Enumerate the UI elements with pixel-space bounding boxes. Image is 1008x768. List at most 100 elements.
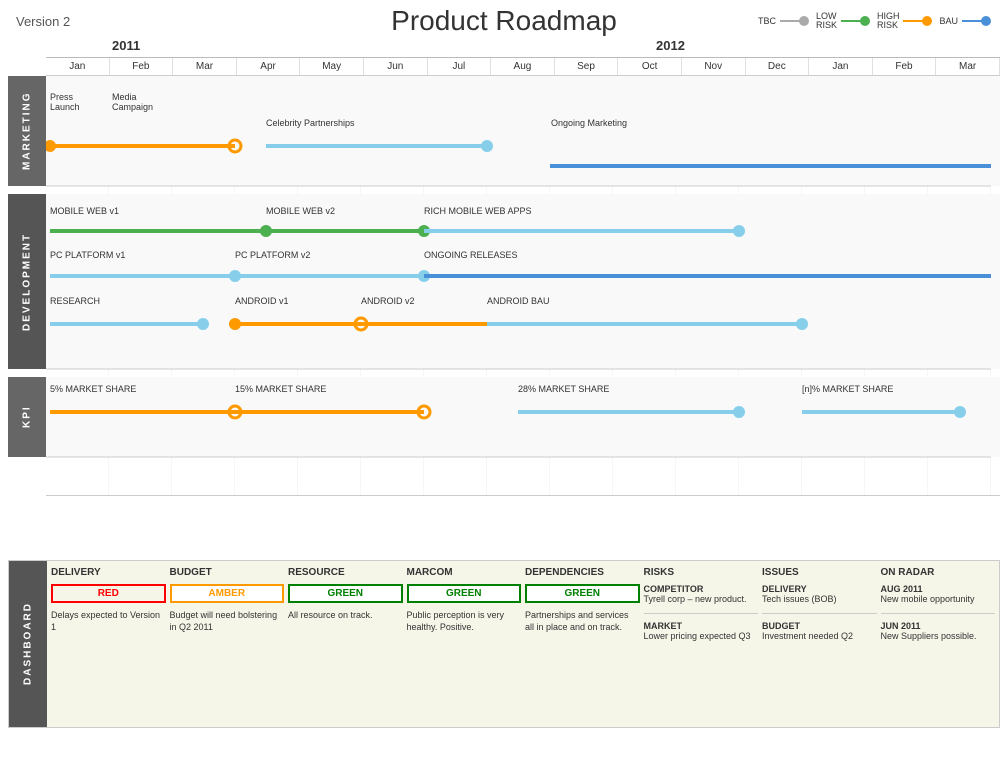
month-feb-1: Feb	[110, 58, 174, 75]
month-mar-2: Mar	[936, 58, 1000, 75]
month-jul-1: Jul	[428, 58, 492, 75]
legend: TBC LOWRISK HIGHRISK	[758, 12, 992, 30]
month-jan-1: Jan	[46, 58, 110, 75]
dash-radar-divider	[881, 613, 996, 614]
svg-text:MOBILE WEB v2: MOBILE WEB v2	[266, 206, 335, 216]
dash-risks-title: RISKS	[644, 567, 759, 578]
dash-dependencies-badge: GREEN	[525, 584, 640, 603]
month-jan-2: Jan	[809, 58, 873, 75]
dash-col-marcom: MARCOM GREEN Public perception is very h…	[407, 567, 522, 721]
legend-low-risk: LOWRISK	[816, 12, 871, 30]
dash-resource-title: RESOURCE	[288, 567, 403, 578]
svg-text:PC PLATFORM v2: PC PLATFORM v2	[235, 250, 310, 260]
dash-resource-badge: GREEN	[288, 584, 403, 603]
month-sep-1: Sep	[555, 58, 619, 75]
dash-radar-jun-text: New Suppliers possible.	[881, 631, 996, 643]
dash-issues-budget-title: BUDGET	[762, 621, 877, 631]
month-aug-1: Aug	[491, 58, 555, 75]
dash-delivery-title: DELIVERY	[51, 567, 166, 578]
dash-col-resource: RESOURCE GREEN All resource on track.	[288, 567, 403, 721]
legend-high-risk: HIGHRISK	[877, 12, 934, 30]
dash-risks-market: MARKET Lower pricing expected Q3	[644, 621, 759, 643]
header: Version 2 Product Roadmap TBC LOWRISK HI…	[8, 8, 1000, 34]
svg-text:MOBILE WEB v1: MOBILE WEB v1	[50, 206, 119, 216]
dash-marcom-title: MARCOM	[407, 567, 522, 578]
dash-marcom-text: Public perception is very healthy. Posit…	[407, 610, 522, 633]
year-2011: 2011	[112, 38, 140, 53]
row-label-spacer	[8, 38, 46, 76]
timeline-svg: Press Launch Media Campaign Celebrity Pa…	[46, 76, 1000, 496]
svg-text:ANDROID v1: ANDROID v1	[235, 296, 289, 306]
dash-dependencies-text: Partnerships and services all in place a…	[525, 610, 640, 633]
page-title: Product Roadmap	[391, 5, 617, 37]
month-apr-1: Apr	[237, 58, 301, 75]
svg-text:28% MARKET SHARE: 28% MARKET SHARE	[518, 384, 609, 394]
svg-text:ANDROID v2: ANDROID v2	[361, 296, 415, 306]
dash-col-on-radar: ON RADAR AUG 2011 New mobile opportunity…	[881, 567, 996, 721]
dash-col-budget: BUDGET AMBER Budget will need bolstering…	[170, 567, 285, 721]
month-nov-1: Nov	[682, 58, 746, 75]
legend-low-risk-label: LOWRISK	[816, 12, 837, 30]
svg-text:[n]% MARKET SHARE: [n]% MARKET SHARE	[802, 384, 893, 394]
year-header: 2011 2012	[46, 38, 1000, 58]
dashboard-content: DELIVERY RED Delays expected to Version …	[47, 561, 999, 727]
row-gap-1	[8, 186, 46, 194]
dash-col-delivery: DELIVERY RED Delays expected to Version …	[51, 567, 166, 721]
version-label: Version 2	[16, 14, 70, 29]
legend-high-risk-line	[903, 15, 933, 27]
page: Version 2 Product Roadmap TBC LOWRISK HI…	[0, 0, 1008, 768]
month-oct-1: Oct	[618, 58, 682, 75]
dash-risks-market-text: Lower pricing expected Q3	[644, 631, 759, 643]
dash-col-issues: ISSUES DELIVERY Tech issues (BOB) BUDGET…	[762, 567, 877, 721]
row-label-marketing: MARKETING	[8, 76, 46, 186]
timeline-wrapper: MARKETING DEVELOPMENT KPI 2011 2012 Jan …	[8, 38, 1000, 558]
svg-text:RESEARCH: RESEARCH	[50, 296, 100, 306]
month-feb-2: Feb	[873, 58, 937, 75]
dash-radar-jun-title: JUN 2011	[881, 621, 996, 631]
timeline-grid: 2011 2012 Jan Feb Mar Apr May Jun Jul Au…	[46, 38, 1000, 558]
svg-text:Launch: Launch	[50, 102, 80, 112]
legend-tbc: TBC	[758, 15, 810, 27]
svg-text:Celebrity Partnerships: Celebrity Partnerships	[266, 118, 355, 128]
dash-risks-competitor-text: Tyrell corp – new product.	[644, 594, 759, 606]
svg-text:5% MARKET SHARE: 5% MARKET SHARE	[50, 384, 136, 394]
dash-risks-competitor-title: COMPETITOR	[644, 584, 759, 594]
month-dec-1: Dec	[746, 58, 810, 75]
dash-issues-delivery-text: Tech issues (BOB)	[762, 594, 877, 606]
svg-text:ONGOING RELEASES: ONGOING RELEASES	[424, 250, 518, 260]
year-2012: 2012	[656, 38, 685, 53]
dash-delivery-badge: RED	[51, 584, 166, 603]
dash-budget-title: BUDGET	[170, 567, 285, 578]
svg-text:Campaign: Campaign	[112, 102, 153, 112]
svg-text:Press: Press	[50, 92, 74, 102]
dash-radar-aug-title: AUG 2011	[881, 584, 996, 594]
dash-issues-divider	[762, 613, 877, 614]
legend-bau-label: BAU	[939, 16, 958, 26]
dashboard-label: DASHBOARD	[9, 561, 47, 727]
month-mar-1: Mar	[173, 58, 237, 75]
month-header: Jan Feb Mar Apr May Jun Jul Aug Sep Oct …	[46, 58, 1000, 76]
dash-issues-budget: BUDGET Investment needed Q2	[762, 621, 877, 643]
month-jun-1: Jun	[364, 58, 428, 75]
dash-on-radar-title: ON RADAR	[881, 567, 996, 578]
dash-budget-text: Budget will need bolstering in Q2 2011	[170, 610, 285, 633]
dash-budget-badge: AMBER	[170, 584, 285, 603]
row-labels: MARKETING DEVELOPMENT KPI	[8, 38, 46, 558]
dash-col-dependencies: DEPENDENCIES GREEN Partnerships and serv…	[525, 567, 640, 721]
dash-radar-jun: JUN 2011 New Suppliers possible.	[881, 621, 996, 643]
legend-bau-line	[962, 15, 992, 27]
dash-issues-delivery-title: DELIVERY	[762, 584, 877, 594]
svg-text:15% MARKET SHARE: 15% MARKET SHARE	[235, 384, 326, 394]
svg-text:RICH MOBILE WEB APPS: RICH MOBILE WEB APPS	[424, 206, 532, 216]
legend-tbc-line	[780, 15, 810, 27]
dashboard: DASHBOARD DELIVERY RED Delays expected t…	[8, 560, 1000, 728]
dash-marcom-badge: GREEN	[407, 584, 522, 603]
legend-bau: BAU	[939, 15, 992, 27]
dash-col-risks: RISKS COMPETITOR Tyrell corp – new produ…	[644, 567, 759, 721]
legend-high-risk-label: HIGHRISK	[877, 12, 900, 30]
row-label-kpi: KPI	[8, 377, 46, 457]
row-gap-2	[8, 369, 46, 377]
dash-issues-delivery: DELIVERY Tech issues (BOB)	[762, 584, 877, 606]
dash-dependencies-title: DEPENDENCIES	[525, 567, 640, 578]
legend-tbc-label: TBC	[758, 16, 776, 26]
